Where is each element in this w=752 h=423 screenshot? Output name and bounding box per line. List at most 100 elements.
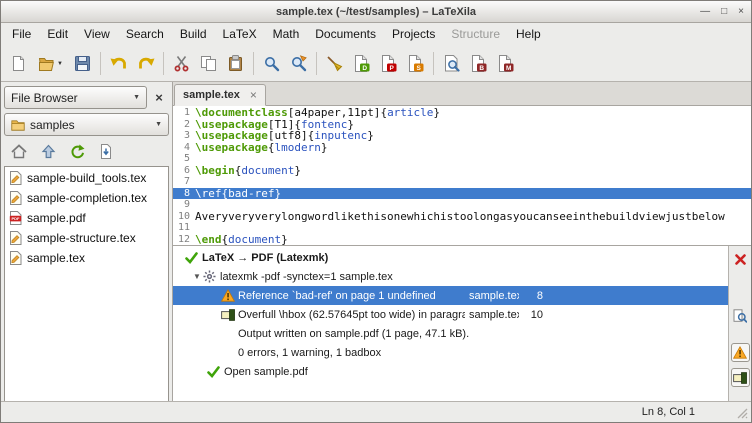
open-document-button[interactable]: ▼ xyxy=(32,50,69,77)
tab-label: sample.tex xyxy=(183,89,240,101)
build-row[interactable]: LaTeX → PDF (Latexmk) xyxy=(173,248,728,267)
editor-line[interactable]: 12\end{document} xyxy=(173,234,751,246)
build-row[interactable]: 0 errors, 1 warning, 1 badbox xyxy=(173,343,728,362)
warning-icon xyxy=(733,346,747,359)
refresh-button[interactable] xyxy=(64,140,90,162)
side-panel-header: File Browser ▼ × xyxy=(4,86,169,109)
file-item[interactable]: sample-completion.tex xyxy=(5,188,168,208)
compile-ps-button[interactable]: S xyxy=(402,50,429,77)
parent-directory-button[interactable] xyxy=(35,140,61,162)
warnings-button[interactable] xyxy=(731,343,750,362)
makeindex-icon: M xyxy=(497,55,514,72)
menu-math[interactable]: Math xyxy=(265,23,308,46)
undo-icon xyxy=(110,56,128,72)
chevron-down-icon: ▼ xyxy=(133,94,140,101)
compile-dvi-button[interactable]: D xyxy=(348,50,375,77)
tex-file-icon xyxy=(9,251,22,265)
jump-to-document-button[interactable] xyxy=(93,140,119,162)
close-button[interactable] xyxy=(731,250,750,269)
menu-structure[interactable]: Structure xyxy=(443,23,508,46)
menu-edit[interactable]: Edit xyxy=(39,23,76,46)
editor-line[interactable]: 10Averyveryverylongwordlikethisonewhichi… xyxy=(173,211,751,223)
line-number: 5 xyxy=(173,153,195,165)
cut-button[interactable] xyxy=(168,50,195,77)
menu-help[interactable]: Help xyxy=(508,23,549,46)
build-row[interactable]: Output written on sample.pdf (1 page, 47… xyxy=(173,324,728,343)
line-number: 4 xyxy=(173,142,195,154)
maximize-button[interactable]: □ xyxy=(721,7,727,17)
compile-ps-icon: S xyxy=(407,55,424,72)
badboxes-button[interactable] xyxy=(731,368,750,387)
build-row[interactable]: Overfull \hbox (62.57645pt too wide) in … xyxy=(173,305,728,324)
tab-close-icon[interactable]: × xyxy=(250,88,257,102)
build-message: Open sample.pdf xyxy=(224,366,308,378)
redo-button[interactable] xyxy=(132,50,159,77)
compile-pdf-button[interactable]: P xyxy=(375,50,402,77)
new-document-button[interactable] xyxy=(5,50,32,77)
save-button[interactable] xyxy=(69,50,96,77)
build-message: LaTeX → PDF (Latexmk) xyxy=(202,252,328,264)
menu-projects[interactable]: Projects xyxy=(384,23,443,46)
menu-documents[interactable]: Documents xyxy=(307,23,384,46)
directory-selector[interactable]: samples ▼ xyxy=(4,113,169,136)
file-item[interactable]: sample-build_tools.tex xyxy=(5,168,168,188)
view-document-button[interactable] xyxy=(438,50,465,77)
code-text: \ref{bad-ref} xyxy=(195,188,751,200)
menu-file[interactable]: File xyxy=(4,23,39,46)
search-button[interactable] xyxy=(258,50,285,77)
refresh-icon xyxy=(70,144,85,159)
toolbar-separator xyxy=(163,52,164,75)
tab-sample-tex[interactable]: sample.tex × xyxy=(174,84,266,106)
side-panel-selector[interactable]: File Browser ▼ xyxy=(4,86,147,109)
search-and-replace-button[interactable] xyxy=(285,50,312,77)
titlebar[interactable]: sample.tex (~/test/samples) – LaTeXila —… xyxy=(1,1,751,23)
menu-view[interactable]: View xyxy=(76,23,118,46)
toolbar: ▼ DPS BM xyxy=(1,46,751,82)
copy-button[interactable] xyxy=(195,50,222,77)
editor[interactable]: 1\documentclass[a4paper,11pt]{article}2\… xyxy=(173,106,751,245)
code-segment: \ref{bad-ref} xyxy=(195,187,281,200)
editor-line[interactable]: 4\usepackage{lmodern} xyxy=(173,142,751,154)
close-button[interactable]: × xyxy=(738,7,744,17)
tex-file-icon xyxy=(9,191,22,205)
clean-icon xyxy=(326,55,343,72)
home-button[interactable] xyxy=(6,140,32,162)
line-number: 2 xyxy=(173,119,195,131)
menu-latex[interactable]: LaTeX xyxy=(215,23,265,46)
menu-build[interactable]: Build xyxy=(172,23,215,46)
editor-line[interactable]: 6\begin{document} xyxy=(173,165,751,177)
file-item[interactable]: sample.tex xyxy=(5,248,168,268)
file-name: sample.tex xyxy=(27,251,85,265)
build-row[interactable]: ▼latexmk -pdf -synctex=1 sample.tex xyxy=(173,267,728,286)
paste-button[interactable] xyxy=(222,50,249,77)
clean-button[interactable] xyxy=(321,50,348,77)
file-item[interactable]: sample-structure.tex xyxy=(5,228,168,248)
view-details-button[interactable] xyxy=(731,306,750,325)
file-item[interactable]: PDFsample.pdf xyxy=(5,208,168,228)
paste-icon xyxy=(227,55,244,72)
code-segment: \usepackage xyxy=(195,141,268,154)
badbox-icon xyxy=(221,309,238,321)
build-message: 0 errors, 1 warning, 1 badbox xyxy=(238,347,381,359)
makeindex-button[interactable]: M xyxy=(492,50,519,77)
file-list: sample-build_tools.texsample-completion.… xyxy=(4,166,169,401)
close-side-panel-button[interactable]: × xyxy=(149,88,169,108)
line-number: 12 xyxy=(173,234,195,246)
build-view-toolbar xyxy=(728,246,751,401)
code-text: \begin{document} xyxy=(195,165,751,177)
line-number: 6 xyxy=(173,165,195,177)
build-row[interactable]: Reference `bad-ref' on page 1 undefineds… xyxy=(173,286,728,305)
build-message: Reference `bad-ref' on page 1 undefined xyxy=(238,290,468,302)
file-browser-toolbar xyxy=(6,140,169,162)
toolbar-separator xyxy=(316,52,317,75)
copy-icon xyxy=(200,55,217,72)
undo-button[interactable] xyxy=(105,50,132,77)
check-icon xyxy=(207,366,224,378)
resize-grip[interactable] xyxy=(737,408,748,419)
bibtex-button[interactable]: B xyxy=(465,50,492,77)
menu-search[interactable]: Search xyxy=(118,23,172,46)
build-row[interactable]: Open sample.pdf xyxy=(173,362,728,381)
minimize-button[interactable]: — xyxy=(700,7,710,17)
expander-icon[interactable]: ▼ xyxy=(191,272,203,281)
editor-line[interactable]: 8\ref{bad-ref} xyxy=(173,188,751,200)
